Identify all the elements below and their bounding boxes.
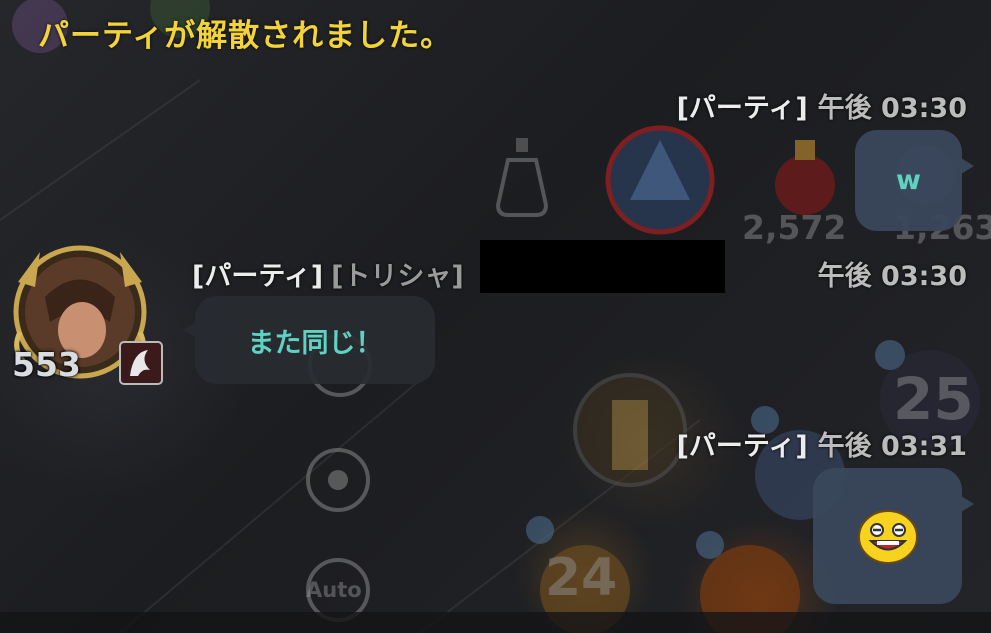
message-header: [パーティ] 午後 03:31 bbox=[677, 424, 967, 463]
chat-bubble: また同じ！ bbox=[183, 296, 435, 384]
chat-bubble bbox=[813, 468, 974, 604]
sender-name[interactable]: [トリシャ] bbox=[331, 261, 464, 292]
chat-bubble: w bbox=[855, 130, 974, 231]
damage-number: 2,572 bbox=[742, 208, 847, 247]
chat-message-text: また同じ！ bbox=[247, 327, 383, 359]
cooldown-number: 24 bbox=[545, 548, 618, 608]
channel-tag: [パーティ] bbox=[676, 431, 808, 462]
timestamp: 午後 03:30 bbox=[817, 93, 967, 124]
timestamp-line: 午後 03:30 bbox=[808, 254, 967, 293]
player-level: 553 bbox=[12, 345, 81, 384]
system-message: パーティが解散されました。 bbox=[38, 18, 453, 54]
class-emblem-icon bbox=[119, 341, 163, 385]
message-header: [パーティ] 午後 03:30 bbox=[677, 86, 967, 125]
message-header: [パーティ] [トリシャ] bbox=[192, 254, 464, 293]
timestamp: 午後 03:30 bbox=[817, 261, 967, 292]
grinning-emoticon-icon bbox=[857, 510, 918, 564]
chat-message-text: w bbox=[896, 165, 921, 196]
auto-button-label: Auto bbox=[306, 578, 362, 602]
redacted-block bbox=[480, 240, 725, 293]
timestamp: 午後 03:31 bbox=[817, 431, 967, 462]
channel-tag: [パーティ] bbox=[192, 261, 324, 292]
channel-tag: [パーティ] bbox=[676, 93, 808, 124]
cooldown-number: 25 bbox=[893, 365, 974, 433]
